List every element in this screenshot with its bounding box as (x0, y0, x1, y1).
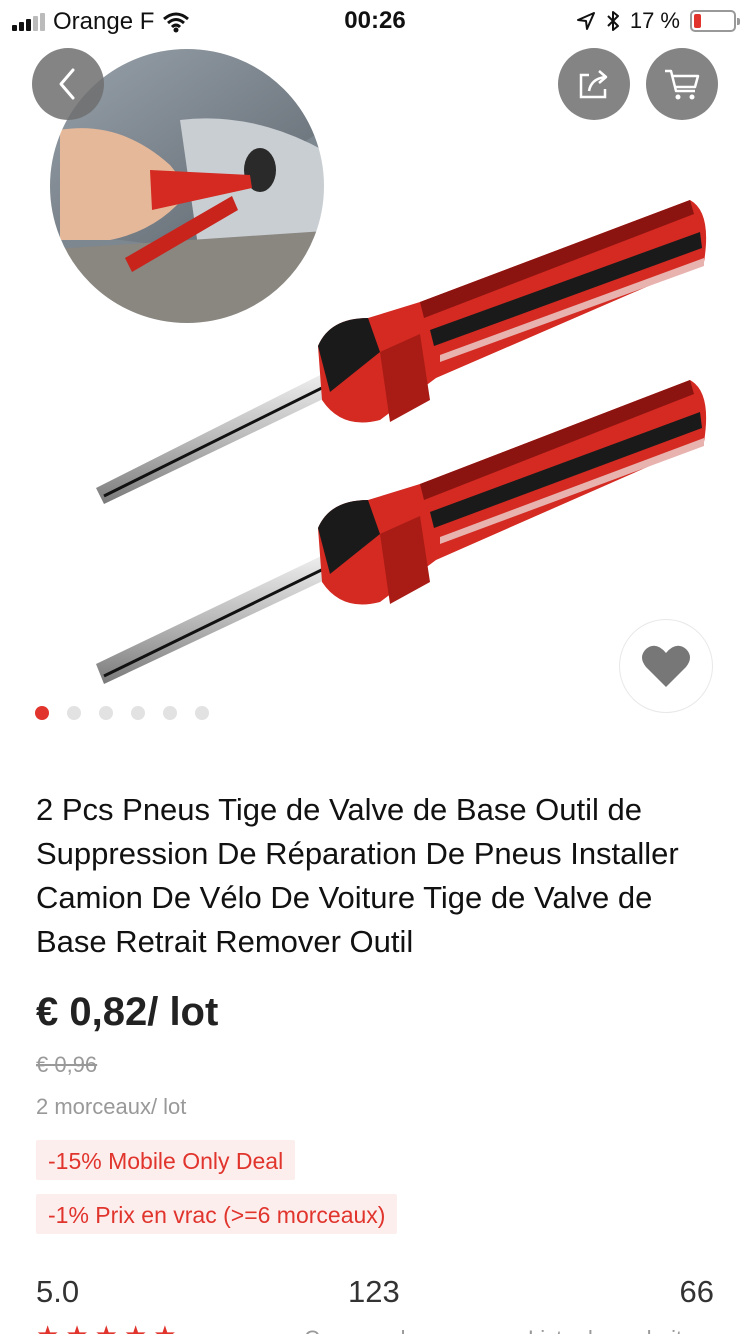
rating-stars: ★ ★ ★ ★ ★ (36, 1322, 177, 1334)
product-title: 2 Pcs Pneus Tige de Valve de Base Outil … (36, 792, 679, 959)
back-button[interactable] (32, 48, 104, 120)
promo-tag-bulk-price: -1% Prix en vrac (>=6 morceaux) (36, 1194, 398, 1234)
pagination-dot[interactable] (67, 706, 81, 720)
pagination-dot[interactable] (163, 706, 177, 720)
product-stats: 5.0 123 66 ★ ★ ★ ★ ★ Commandes Liste de souh… (36, 1274, 714, 1334)
pagination-dot[interactable] (99, 706, 113, 720)
product-price: € 0,82/ lot (36, 990, 219, 1034)
star-icon: ★ (124, 1322, 147, 1334)
star-icon: ★ (65, 1322, 88, 1334)
unit-info: 2 morceaux/ lot (36, 1094, 187, 1119)
star-icon: ★ (36, 1322, 59, 1334)
pagination-dot[interactable] (195, 706, 209, 720)
gallery-pagination (35, 706, 209, 720)
battery-icon (690, 10, 740, 32)
share-icon (579, 70, 608, 99)
orders-count: 123 (348, 1274, 400, 1309)
bluetooth-icon (607, 11, 619, 31)
cart-icon (665, 69, 700, 100)
wishlist-count: 66 (679, 1274, 714, 1309)
screwdriver-bottom (96, 380, 707, 684)
product-gallery[interactable] (0, 0, 750, 740)
rating-value: 5.0 (36, 1274, 80, 1309)
wishlist-label: Liste de souhaits (528, 1326, 693, 1334)
promo-tag-mobile-deal: -15% Mobile Only Deal (36, 1140, 296, 1180)
heart-icon (642, 645, 690, 687)
orders-label: Commandes (304, 1326, 429, 1334)
star-icon: ★ (95, 1322, 118, 1334)
chevron-left-icon (59, 68, 75, 100)
pagination-dot[interactable] (131, 706, 145, 720)
cart-button[interactable] (646, 48, 718, 120)
favorite-button[interactable] (619, 619, 713, 713)
original-price: € 0,96 (36, 1052, 98, 1077)
battery-percent: 17 % (629, 8, 680, 33)
location-arrow-icon (576, 12, 595, 30)
star-icon: ★ (153, 1322, 176, 1334)
pagination-dot[interactable] (35, 706, 49, 720)
status-bar: Orange F 00:26 17 % (0, 0, 750, 40)
share-button[interactable] (558, 48, 630, 120)
